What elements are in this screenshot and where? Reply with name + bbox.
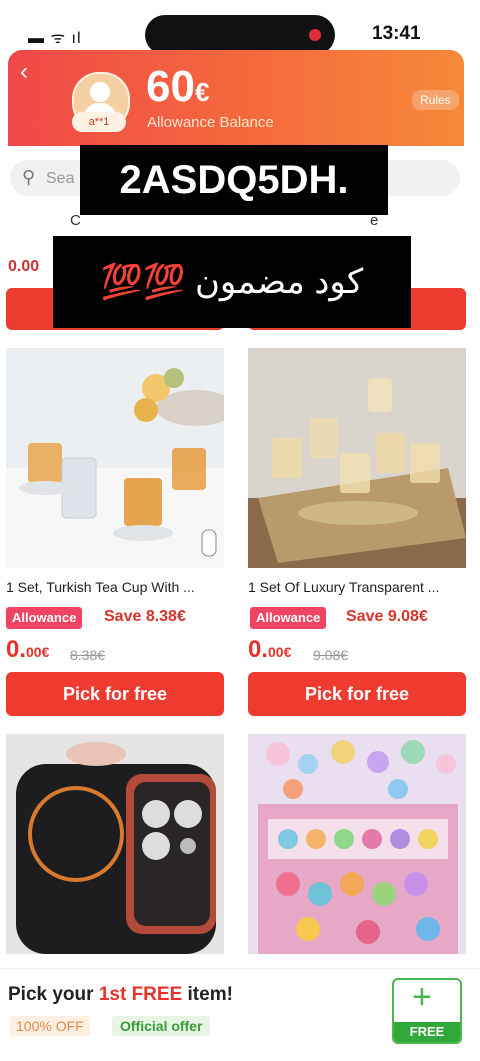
pick-for-free-button[interactable]: Pick for free [6, 672, 224, 716]
product-title[interactable]: 1 Set, Turkish Tea Cup With ... [6, 579, 226, 595]
product-price: 0.00€ [6, 636, 49, 664]
pick-for-free-button[interactable]: Pick for free [248, 672, 466, 716]
product-image-hair-clips[interactable] [248, 734, 466, 954]
allowance-badge: Allowance [6, 607, 83, 629]
user-tag: a**1 [72, 112, 126, 132]
price-small: 00€ [268, 644, 292, 660]
signal-icons: ▬ ᯤ ıl [28, 30, 82, 47]
search-icon: ⚲ [22, 167, 36, 187]
balance-amount: 60€ [146, 62, 209, 112]
balance-value: 60 [146, 62, 195, 111]
discount-badge: 100% OFF [10, 1016, 90, 1036]
official-offer-badge: Official offer [112, 1016, 211, 1036]
footer-title-pre: Pick your [8, 984, 99, 1005]
allowance-badge: Allowance [250, 607, 327, 629]
search-placeholder: Sea [46, 170, 75, 187]
product-image-glass-set[interactable] [248, 348, 466, 568]
price-main: 0. [248, 636, 269, 663]
avatar-head-icon [90, 82, 110, 102]
original-price: 8.38€ [70, 647, 106, 663]
footer-title-post: item! [182, 984, 233, 1005]
price-main: 0. [6, 636, 27, 663]
free-label: FREE [394, 1022, 460, 1042]
price-hint: 0.00 [8, 258, 40, 275]
overlay-code-text: 2ASDQ5DH. [80, 145, 388, 215]
price-small: 00€ [26, 644, 50, 660]
original-price: 9.08€ [313, 647, 349, 663]
product-image-phone-case[interactable] [6, 734, 224, 954]
product-price: 0.00€ [248, 636, 291, 664]
footer-title: Pick your 1st FREE item! [8, 984, 233, 1006]
recording-dot-icon [309, 29, 321, 41]
rules-button[interactable]: Rules [412, 90, 459, 110]
balance-label: Allowance Balance [147, 114, 274, 131]
save-amount: Save 9.08€ [346, 608, 428, 625]
overlay-arabic-text: كود مضمون 💯💯 [53, 236, 411, 328]
back-icon[interactable]: ‹ [20, 58, 28, 86]
dynamic-island [145, 15, 335, 55]
footer-title-highlight: 1st FREE [98, 984, 183, 1005]
balance-currency: € [194, 77, 210, 107]
product-image-tea-cups[interactable] [6, 348, 224, 568]
plus-icon: + [412, 978, 432, 1016]
save-amount: Save 8.38€ [104, 608, 186, 625]
product-title[interactable]: 1 Set Of Luxury Transparent ... [248, 579, 468, 595]
status-time: 13:41 [372, 23, 421, 44]
